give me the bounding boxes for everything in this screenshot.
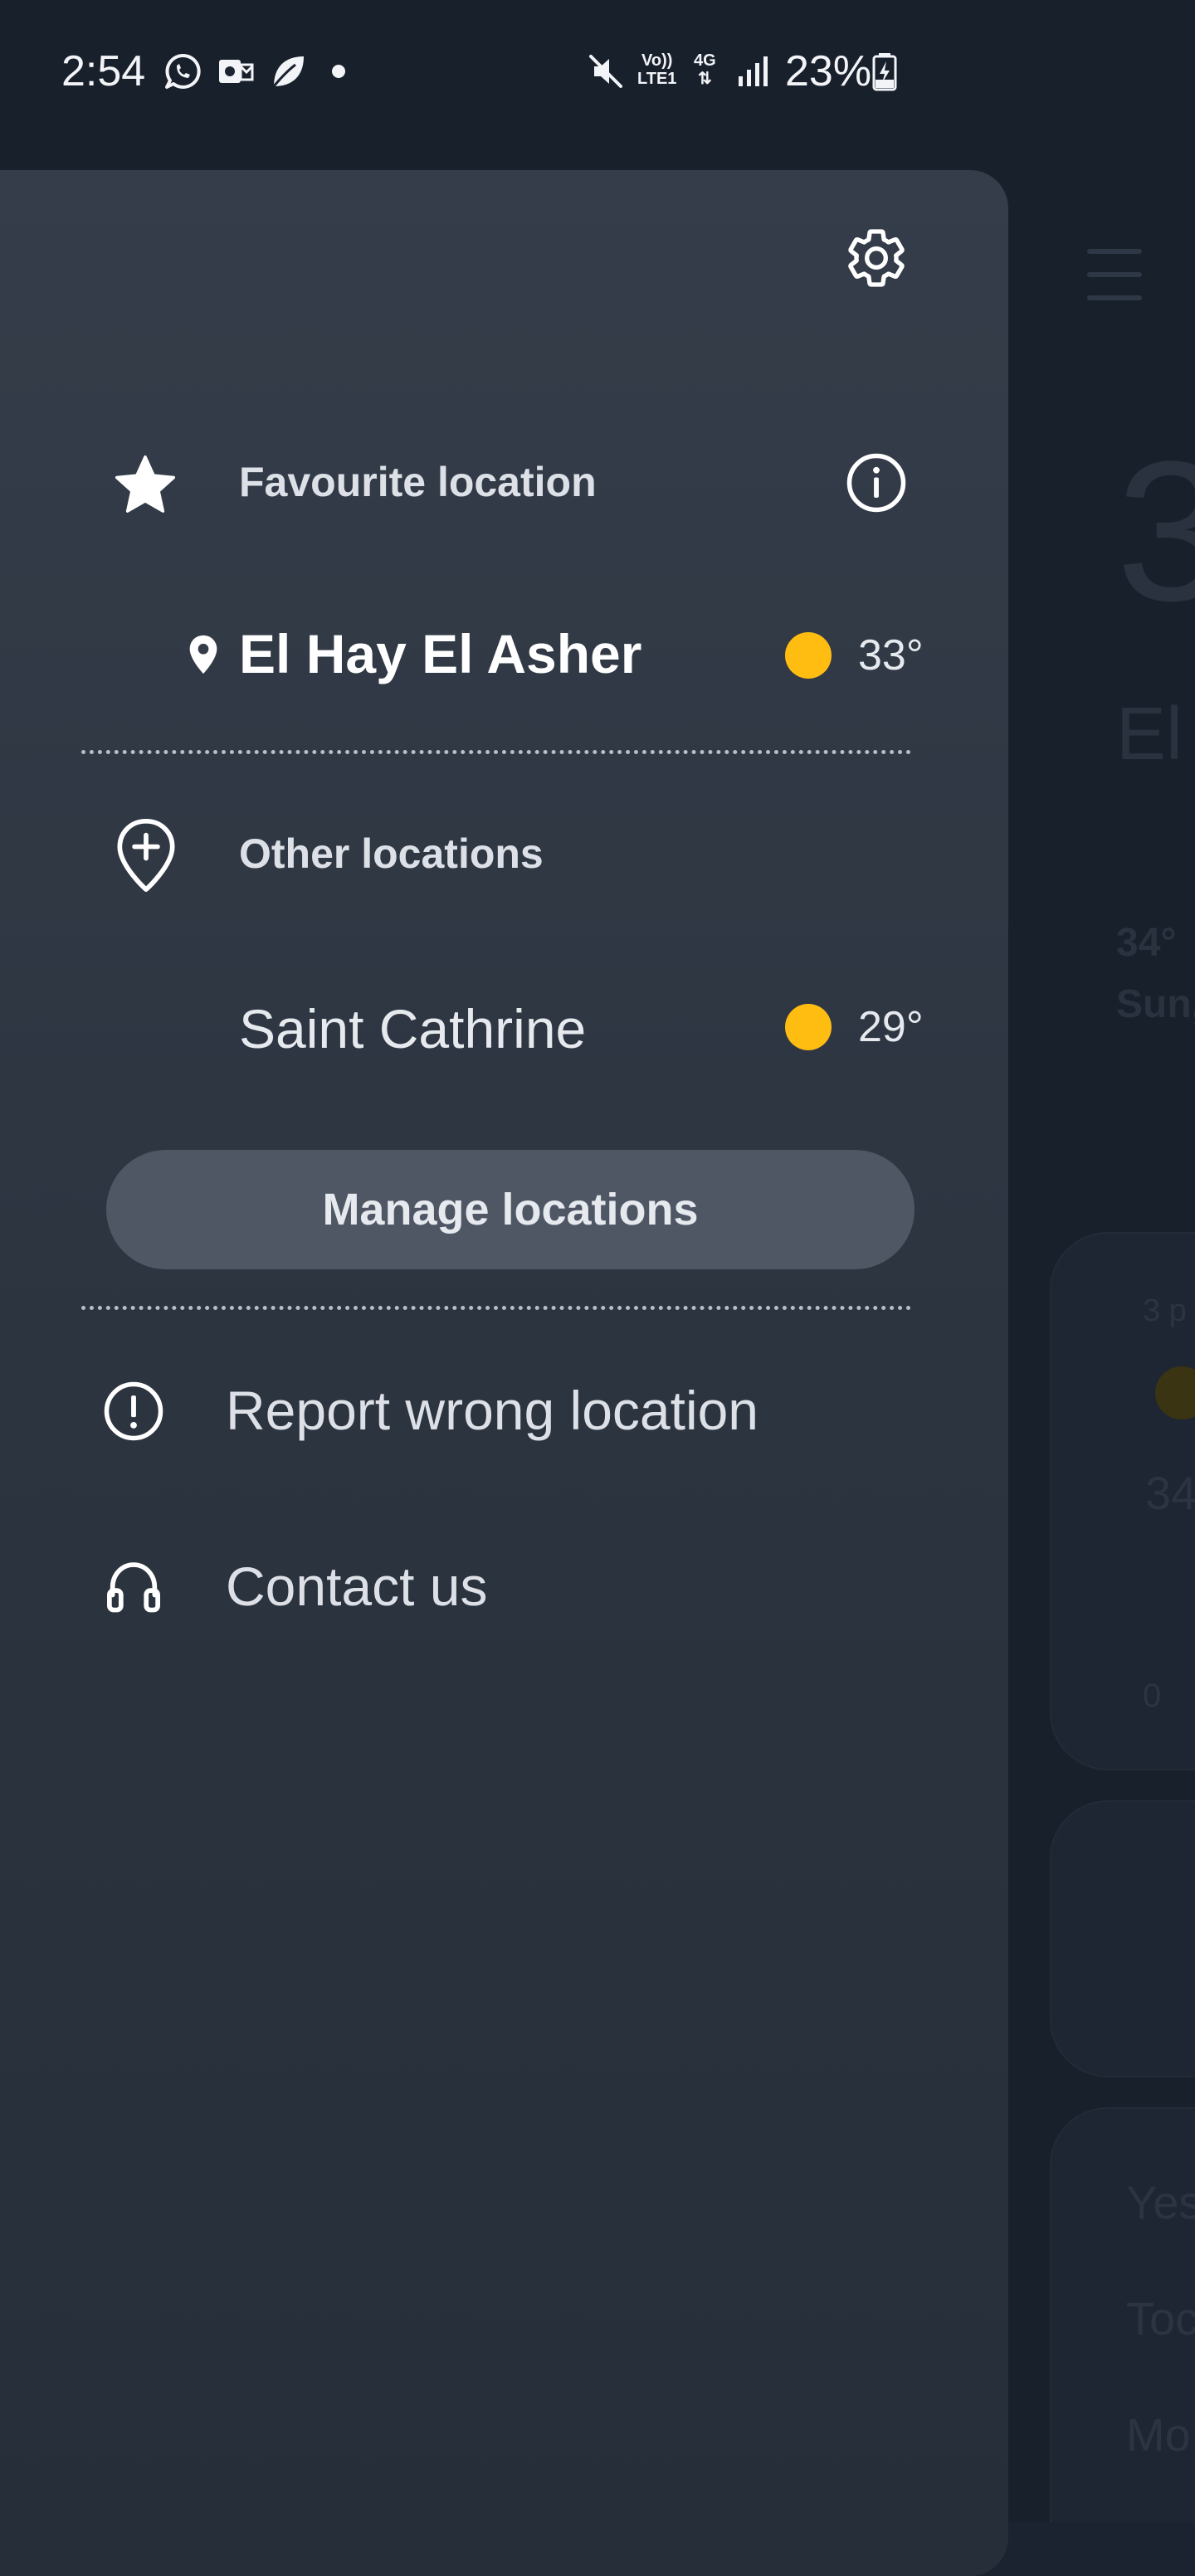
data-indicator: 4G ⇅: [694, 51, 716, 88]
leaf-icon: [272, 56, 304, 87]
outlook-icon: [219, 60, 254, 83]
headset-icon: [100, 1553, 168, 1621]
star-icon: [108, 448, 183, 523]
other-locations-title: Other locations: [239, 830, 544, 877]
divider: [81, 1306, 911, 1310]
sunny-icon: [1155, 1366, 1195, 1419]
location-name: Saint Cathrine: [239, 998, 587, 1059]
hourly-temperature: 34: [1145, 1467, 1195, 1519]
info-button[interactable]: [838, 445, 915, 521]
favourite-location-name: El Hay El Asher: [239, 623, 642, 684]
whatsapp-icon: [165, 53, 201, 89]
favourite-location-title: Favourite location: [239, 459, 597, 505]
divider: [81, 750, 911, 754]
info-card: [1050, 1800, 1195, 2077]
hi-lo-temperature: 34° Sun,: [1116, 921, 1195, 1027]
status-bar: 2:54 Vo)) LTE1 4G ⇅ 23%: [0, 0, 1195, 143]
manage-locations-button[interactable]: Manage locations: [106, 1150, 915, 1269]
location-pin-icon: [184, 632, 222, 677]
navigation-drawer: [0, 170, 1008, 2576]
battery-charging-icon: [872, 53, 897, 91]
current-temperature: 3: [1116, 420, 1195, 642]
info-icon: [846, 453, 906, 513]
mute-icon: [589, 55, 622, 88]
menu-icon: [1087, 249, 1142, 300]
settings-button[interactable]: [838, 220, 915, 296]
battery-percent: 23%: [785, 47, 872, 95]
sunny-icon: [785, 1004, 832, 1050]
add-location-icon: [110, 815, 183, 896]
favourite-location-temperature: 33°: [858, 631, 924, 679]
sunny-icon: [785, 632, 832, 679]
location-temperature: 29°: [858, 1003, 924, 1051]
signal-icon: [739, 56, 768, 86]
alert-circle-icon: [100, 1377, 168, 1445]
report-wrong-location-label: Report wrong location: [226, 1380, 759, 1441]
day-label: Yes: [1126, 2176, 1195, 2228]
day-label: Mo: [1126, 2408, 1191, 2461]
current-city: El: [1116, 693, 1183, 776]
status-time: 2:54: [61, 47, 146, 95]
notification-dot: [332, 65, 345, 78]
volte-indicator: Vo)) LTE1: [637, 51, 677, 88]
hourly-forecast-card: 3 p 34 0: [1050, 1232, 1195, 1770]
precipitation-value: 0: [1143, 1678, 1162, 1714]
contact-us-label: Contact us: [226, 1556, 488, 1617]
day-label: Toc: [1126, 2292, 1195, 2345]
gear-icon: [848, 229, 905, 287]
daily-forecast-card: Yes Toc Mo: [1050, 2107, 1195, 2522]
hourly-time: 3 p: [1143, 1293, 1187, 1328]
